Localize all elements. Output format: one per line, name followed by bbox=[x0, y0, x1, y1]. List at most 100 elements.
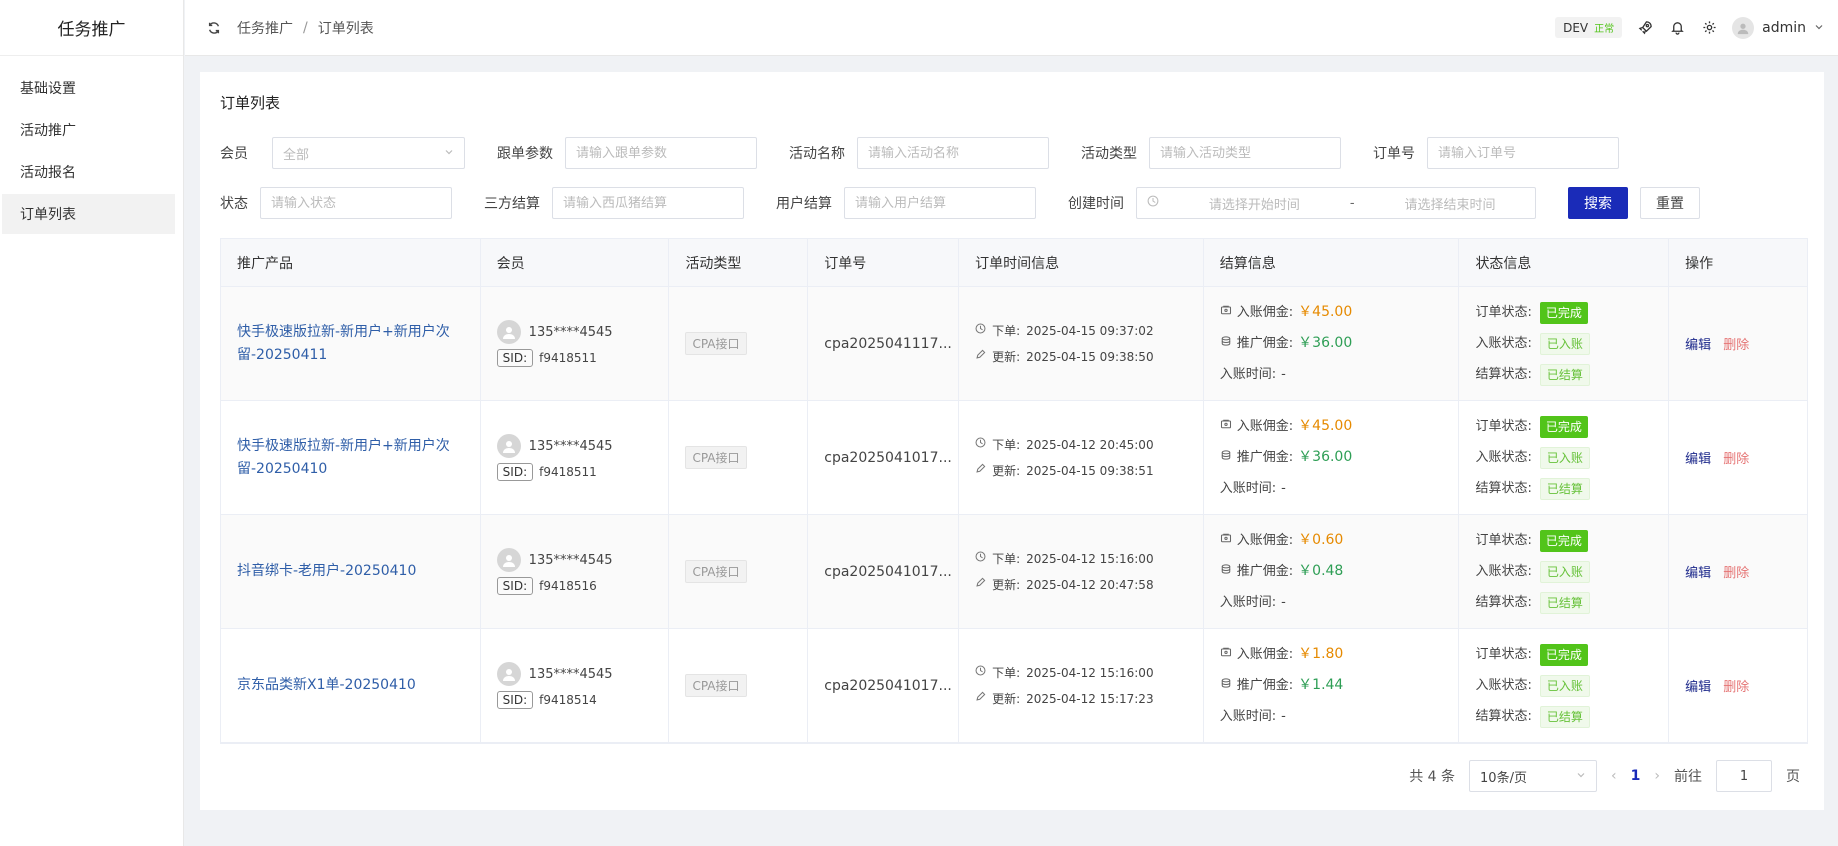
order-no-input[interactable] bbox=[1438, 145, 1608, 161]
track-param-field[interactable] bbox=[565, 137, 757, 169]
chevron-down-icon bbox=[1814, 20, 1824, 36]
income-time-value: - bbox=[1281, 481, 1286, 496]
order-no: cpa2025041117... bbox=[824, 335, 952, 352]
search-button[interactable]: 搜索 bbox=[1568, 187, 1628, 219]
order-no-cell: cpa2025041017... bbox=[808, 629, 960, 742]
income-time-value: - bbox=[1281, 595, 1286, 610]
member-label: 会员 bbox=[220, 146, 248, 162]
wallet-icon bbox=[1220, 525, 1232, 556]
start-time-placeholder[interactable]: 请选择开始时间 bbox=[1179, 194, 1329, 213]
income-time-label: 入账时间: bbox=[1219, 709, 1277, 724]
promo-commission-value: ￥36.00 bbox=[1298, 449, 1353, 465]
product-link[interactable]: 快手极速版拉新-新用户+新用户次留-20250411 bbox=[237, 321, 480, 367]
goto-page-input[interactable]: 1 bbox=[1716, 760, 1772, 792]
col-header-member: 会员 bbox=[481, 239, 670, 286]
member-select-value: 全部 bbox=[283, 147, 310, 163]
product-link[interactable]: 京东品类新X1单-20250410 bbox=[237, 674, 480, 697]
status-input[interactable] bbox=[271, 195, 441, 211]
delete-button[interactable]: 删除 bbox=[1723, 562, 1749, 581]
track-param-label: 跟单参数 bbox=[497, 146, 553, 162]
member-cell: 135****4545 SID: f9418514 bbox=[481, 629, 670, 742]
bell-icon[interactable] bbox=[1668, 19, 1686, 37]
placed-label: 下单: bbox=[992, 323, 1021, 338]
settlement-cell: 入账佣金: ￥45.00 推广佣金: ￥36.00 入账时间: - bbox=[1204, 401, 1460, 514]
track-param-input[interactable] bbox=[576, 145, 746, 161]
income-status-badge: 已入账 bbox=[1539, 674, 1590, 697]
status-field[interactable] bbox=[260, 187, 452, 219]
user-menu[interactable]: admin bbox=[1732, 16, 1824, 39]
income-commission-label: 入账佣金: bbox=[1236, 647, 1294, 662]
settle-status-label: 结算状态: bbox=[1475, 367, 1532, 382]
col-header-status: 状态信息 bbox=[1459, 239, 1670, 286]
page-size-value: 10条/页 bbox=[1480, 770, 1527, 786]
prev-page-icon[interactable]: ‹ bbox=[1611, 768, 1617, 784]
user-settle-field[interactable] bbox=[844, 187, 1036, 219]
status-cell: 订单状态: 已完成 入账状态: 已入账 结算状态: 已结算 bbox=[1459, 515, 1670, 628]
edit-button[interactable]: 编辑 bbox=[1685, 676, 1711, 695]
updated-time: 2025-04-15 09:38:50 bbox=[1026, 349, 1154, 364]
placed-time: 2025-04-12 15:16:00 bbox=[1026, 665, 1154, 680]
sidebar-item-order-list[interactable]: 订单列表 bbox=[2, 194, 175, 234]
gear-icon[interactable] bbox=[1700, 19, 1718, 37]
third-settle-field[interactable] bbox=[552, 187, 744, 219]
col-header-product: 推广产品 bbox=[221, 239, 481, 286]
created-time-range[interactable]: 请选择开始时间 - 请选择结束时间 bbox=[1136, 187, 1536, 219]
delete-button[interactable]: 删除 bbox=[1723, 334, 1749, 353]
edit-button[interactable]: 编辑 bbox=[1685, 334, 1711, 353]
delete-button[interactable]: 删除 bbox=[1723, 448, 1749, 467]
product-cell: 快手极速版拉新-新用户+新用户次留-20250410 bbox=[221, 401, 481, 514]
order-status-badge: 已完成 bbox=[1539, 643, 1588, 666]
activity-type-field[interactable] bbox=[1149, 137, 1341, 169]
promo-commission-value: ￥0.48 bbox=[1298, 563, 1344, 579]
sidebar-item-activity-promotion[interactable]: 活动推广 bbox=[0, 110, 183, 150]
updated-time: 2025-04-12 15:17:23 bbox=[1026, 691, 1154, 706]
actions-cell: 编辑 删除 bbox=[1669, 401, 1807, 514]
order-status-label: 订单状态: bbox=[1475, 305, 1532, 320]
refresh-icon[interactable] bbox=[203, 17, 225, 39]
settle-status-badge: 已结算 bbox=[1539, 705, 1590, 728]
income-commission-value: ￥45.00 bbox=[1298, 304, 1353, 320]
coins-icon bbox=[1220, 442, 1232, 473]
placed-label: 下单: bbox=[992, 437, 1021, 452]
order-status-label: 订单状态: bbox=[1475, 647, 1532, 662]
edit-button[interactable]: 编辑 bbox=[1685, 562, 1711, 581]
activity-name-field[interactable] bbox=[857, 137, 1049, 169]
end-time-placeholder[interactable]: 请选择结束时间 bbox=[1375, 194, 1525, 213]
sidebar-item-activity-signup[interactable]: 活动报名 bbox=[0, 152, 183, 192]
page-size-select[interactable]: 10条/页 bbox=[1469, 760, 1598, 792]
income-status-label: 入账状态: bbox=[1475, 336, 1532, 351]
user-settle-input[interactable] bbox=[855, 195, 1025, 211]
pagination: 共 4 条 10条/页 ‹ 1 › 前往 1 页 bbox=[1409, 760, 1800, 792]
delete-button[interactable]: 删除 bbox=[1723, 676, 1749, 695]
rocket-icon[interactable] bbox=[1636, 19, 1654, 37]
order-no-field[interactable] bbox=[1427, 137, 1619, 169]
wallet-icon bbox=[1220, 297, 1232, 328]
product-link[interactable]: 快手极速版拉新-新用户+新用户次留-20250410 bbox=[237, 435, 480, 481]
table-body: 快手极速版拉新-新用户+新用户次留-20250411 135****4545 S… bbox=[221, 287, 1807, 743]
next-page-icon[interactable]: › bbox=[1654, 768, 1660, 784]
order-time-cell: 下单: 2025-04-15 09:37:02 更新: 2025-04-15 09:… bbox=[959, 287, 1204, 400]
settle-status-badge: 已结算 bbox=[1539, 363, 1590, 386]
order-no-label: 订单号 bbox=[1373, 146, 1415, 162]
income-time-label: 入账时间: bbox=[1219, 481, 1277, 496]
order-no: cpa2025041017... bbox=[824, 449, 952, 466]
promo-commission-value: ￥1.44 bbox=[1298, 677, 1344, 693]
member-select[interactable]: 全部 bbox=[272, 137, 465, 169]
activity-type-input[interactable] bbox=[1160, 145, 1330, 161]
third-settle-input[interactable] bbox=[563, 195, 733, 211]
reset-button[interactable]: 重置 bbox=[1640, 187, 1700, 219]
income-commission-label: 入账佣金: bbox=[1236, 419, 1294, 434]
income-time-label: 入账时间: bbox=[1219, 595, 1277, 610]
updated-label: 更新: bbox=[992, 463, 1021, 478]
page-suffix: 页 bbox=[1786, 769, 1800, 785]
edit-button[interactable]: 编辑 bbox=[1685, 448, 1711, 467]
user-avatar bbox=[1732, 16, 1755, 39]
product-link[interactable]: 抖音绑卡-老用户-20250410 bbox=[237, 560, 480, 583]
income-commission-value: ￥1.80 bbox=[1298, 646, 1344, 662]
activity-name-input[interactable] bbox=[868, 145, 1038, 161]
income-status-badge: 已入账 bbox=[1539, 446, 1590, 469]
page-number-current[interactable]: 1 bbox=[1631, 768, 1641, 784]
breadcrumb-item-task-promotion[interactable]: 任务推广 bbox=[237, 18, 293, 38]
sidebar-item-basic-settings[interactable]: 基础设置 bbox=[0, 68, 183, 108]
member-avatar-icon bbox=[496, 548, 521, 572]
